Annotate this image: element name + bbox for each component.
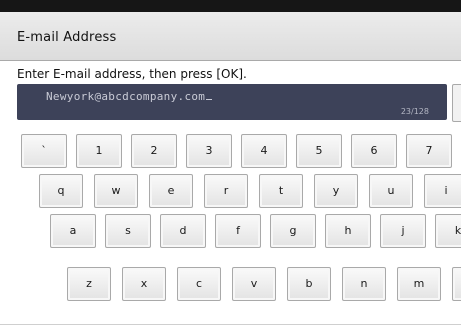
key-c[interactable]: c <box>177 267 221 301</box>
key-n[interactable]: n <box>342 267 386 301</box>
key-r[interactable]: r <box>204 174 248 208</box>
email-input-text: Newyork@abcdcompany.com <box>46 90 206 103</box>
key-4[interactable]: 4 <box>241 134 287 168</box>
page-title: E-mail Address <box>17 30 117 45</box>
key-1[interactable]: 1 <box>76 134 122 168</box>
key-blank[interactable] <box>452 267 461 301</box>
screen-bezel <box>0 0 461 12</box>
side-button[interactable] <box>452 84 461 122</box>
email-address-screen: E-mail Address Enter E-mail address, the… <box>0 0 461 331</box>
key-i[interactable]: i <box>424 174 461 208</box>
key-s[interactable]: s <box>105 214 151 248</box>
key-3[interactable]: 3 <box>186 134 232 168</box>
instruction-text: Enter E-mail address, then press [OK]. <box>17 67 247 81</box>
key-6[interactable]: 6 <box>351 134 397 168</box>
text-cursor <box>206 99 213 100</box>
key-7[interactable]: 7 <box>406 134 452 168</box>
key-h[interactable]: h <box>325 214 371 248</box>
key-a[interactable]: a <box>50 214 96 248</box>
key-w[interactable]: w <box>94 174 138 208</box>
key-e[interactable]: e <box>149 174 193 208</box>
key-t[interactable]: t <box>259 174 303 208</box>
key-z[interactable]: z <box>67 267 111 301</box>
key-j[interactable]: j <box>380 214 426 248</box>
key-f[interactable]: f <box>215 214 261 248</box>
key-q[interactable]: q <box>39 174 83 208</box>
title-bar: E-mail Address <box>0 12 461 61</box>
key-v[interactable]: v <box>232 267 276 301</box>
key-k[interactable]: k <box>435 214 461 248</box>
key-u[interactable]: u <box>369 174 413 208</box>
key-y[interactable]: y <box>314 174 358 208</box>
email-input[interactable]: Newyork@abcdcompany.com 23/128 <box>17 84 447 120</box>
key-x[interactable]: x <box>122 267 166 301</box>
key-b[interactable]: b <box>287 267 331 301</box>
key-5[interactable]: 5 <box>296 134 342 168</box>
key-g[interactable]: g <box>270 214 316 248</box>
divider <box>0 324 461 325</box>
email-input-value: Newyork@abcdcompany.com <box>46 90 213 103</box>
character-count: 23/128 <box>400 107 429 116</box>
key-d[interactable]: d <box>160 214 206 248</box>
key-backtick[interactable]: ` <box>21 134 67 168</box>
key-m[interactable]: m <box>397 267 441 301</box>
key-2[interactable]: 2 <box>131 134 177 168</box>
